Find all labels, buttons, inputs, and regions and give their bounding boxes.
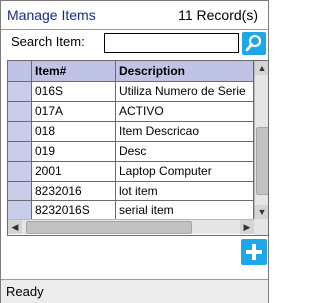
status-text: Ready [6, 284, 44, 299]
scroll-left-icon[interactable]: ◀ [8, 220, 22, 234]
search-bar: Search Item: [1, 31, 268, 57]
horizontal-scrollbar[interactable]: ◀ ▶ [8, 219, 254, 234]
record-count: 11 Record(s) [178, 7, 258, 23]
status-bar: Ready [1, 279, 268, 303]
description-cell: serial item [116, 201, 254, 220]
scrollbar-corner [254, 219, 268, 235]
description-cell: Item Descricao [116, 122, 254, 141]
scroll-up-icon[interactable]: ▲ [255, 61, 268, 75]
row-selector[interactable] [8, 122, 32, 141]
column-header-description[interactable]: Description [116, 61, 254, 81]
description-cell: lot item [116, 182, 254, 201]
table-row[interactable]: 8232016S serial item [8, 200, 254, 220]
table-row[interactable]: 017A ACTIVO [8, 101, 254, 121]
row-selector[interactable] [8, 82, 32, 101]
search-label: Search Item: [11, 34, 85, 49]
column-header-item[interactable]: Item# [32, 61, 116, 81]
description-cell: ACTIVO [116, 102, 254, 121]
item-number-cell: 018 [32, 122, 116, 141]
search-input[interactable] [104, 33, 239, 53]
row-selector[interactable] [8, 102, 32, 121]
description-cell: Desc [116, 142, 254, 161]
search-icon [245, 34, 262, 52]
table-row[interactable]: 019 Desc [8, 141, 254, 161]
row-selector[interactable] [8, 162, 32, 181]
scroll-right-icon[interactable]: ▶ [240, 220, 254, 234]
row-selector[interactable] [8, 201, 32, 220]
item-number-cell: 019 [32, 142, 116, 161]
add-item-button[interactable] [241, 239, 267, 265]
row-selector[interactable] [8, 142, 32, 161]
vertical-scrollbar[interactable]: ▲ ▼ [254, 61, 268, 219]
header-select-cell [8, 61, 32, 81]
item-number-cell: 8232016 [32, 182, 116, 201]
items-grid: Item# Description 016S Utiliza Numero de… [7, 60, 269, 236]
table-row[interactable]: 016S Utiliza Numero de Serie [8, 81, 254, 101]
horizontal-scroll-thumb[interactable] [26, 221, 192, 234]
item-number-cell: 016S [32, 82, 116, 101]
scroll-down-icon[interactable]: ▼ [255, 205, 268, 219]
item-number-cell: 017A [32, 102, 116, 121]
table-row[interactable]: 018 Item Descricao [8, 121, 254, 141]
vertical-scroll-thumb[interactable] [256, 127, 268, 195]
table-row[interactable]: 8232016 lot item [8, 181, 254, 201]
title-bar: Manage Items 11 Record(s) [1, 1, 268, 30]
page-title: Manage Items [7, 7, 96, 23]
item-number-cell: 8232016S [32, 201, 116, 220]
item-number-cell: 2001 [32, 162, 116, 181]
search-button[interactable] [242, 32, 266, 55]
grid-header: Item# Description [8, 61, 254, 81]
table-row[interactable]: 2001 Laptop Computer [8, 161, 254, 181]
manage-items-window: Manage Items 11 Record(s) Search Item: I… [0, 0, 269, 303]
description-cell: Utiliza Numero de Serie [116, 82, 254, 101]
description-cell: Laptop Computer [116, 162, 254, 181]
row-selector[interactable] [8, 182, 32, 201]
